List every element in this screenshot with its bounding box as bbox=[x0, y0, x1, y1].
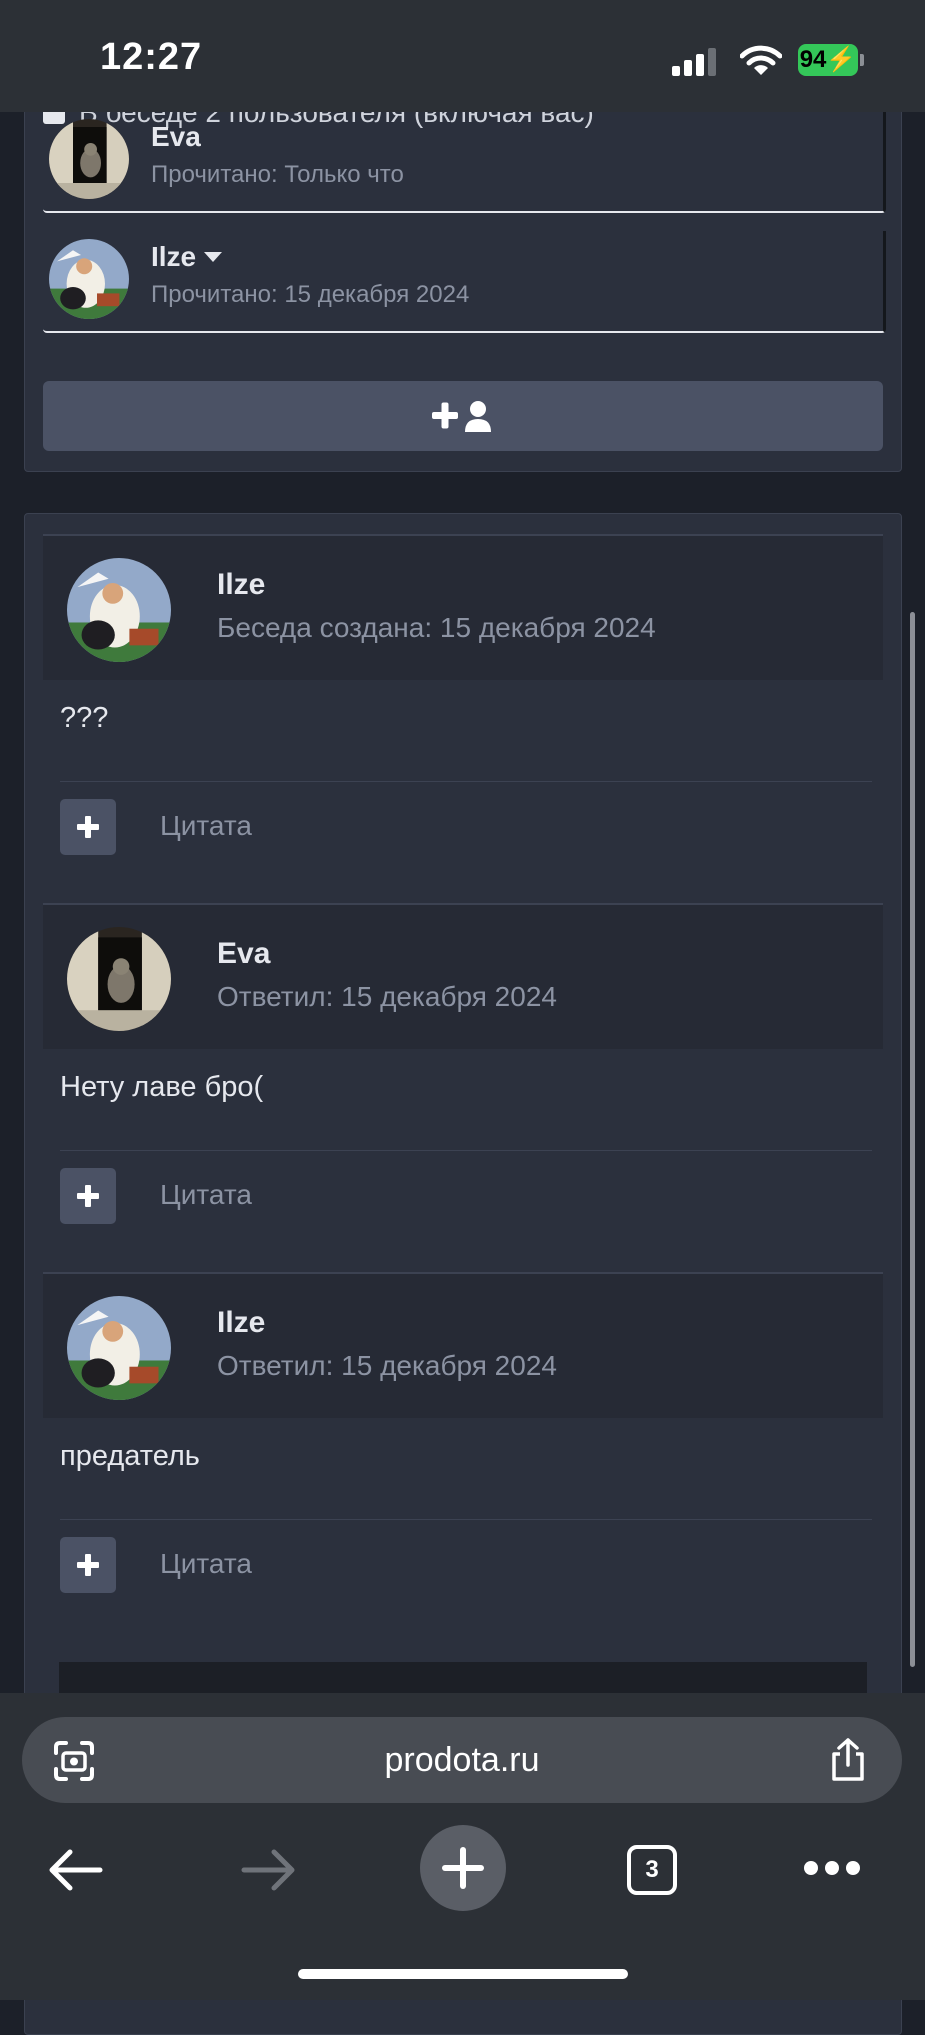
avatar[interactable] bbox=[67, 558, 171, 662]
divider bbox=[60, 781, 872, 782]
battery-level: 94 bbox=[799, 46, 827, 73]
avatar[interactable] bbox=[67, 927, 171, 1031]
participant-read-status: Прочитано: Только что bbox=[151, 161, 404, 188]
plus-icon bbox=[77, 1185, 99, 1207]
plus-button[interactable] bbox=[60, 799, 116, 855]
message-author[interactable]: Ilze bbox=[217, 1306, 265, 1340]
forward-arrow-icon[interactable] bbox=[240, 1847, 296, 1893]
battery-icon: 94⚡ bbox=[798, 44, 858, 76]
caret-down-icon[interactable] bbox=[204, 252, 223, 262]
message-date: Ответил: 15 декабря 2024 bbox=[217, 981, 557, 1012]
wifi-icon bbox=[740, 45, 782, 75]
message-header: Eva Ответил: 15 декабря 2024 bbox=[43, 903, 883, 1049]
participants-panel: В беседе 2 пользователя (включая вас) Ev… bbox=[24, 80, 902, 472]
quote-link[interactable]: Цитата bbox=[160, 1548, 252, 1580]
add-user-icon bbox=[432, 401, 491, 432]
add-participant-button[interactable] bbox=[43, 381, 883, 451]
message-header: Ilze Ответил: 15 декабря 2024 bbox=[43, 1272, 883, 1418]
charging-bolt-icon: ⚡ bbox=[826, 46, 857, 73]
home-indicator bbox=[298, 1969, 628, 1979]
status-time: 12:27 bbox=[100, 36, 203, 78]
plus-icon bbox=[77, 816, 99, 838]
quote-link[interactable]: Цитата bbox=[160, 810, 252, 842]
new-tab-button[interactable] bbox=[420, 1825, 506, 1911]
message-author[interactable]: Ilze bbox=[217, 568, 265, 602]
address-bar[interactable]: prodota.ru bbox=[22, 1717, 902, 1803]
tabs-button[interactable]: 3 bbox=[627, 1845, 677, 1895]
plus-button[interactable] bbox=[60, 1168, 116, 1224]
plus-button[interactable] bbox=[60, 1537, 116, 1593]
message-header: Ilze Беседа создана: 15 декабря 2024 bbox=[43, 534, 883, 680]
message-text: предатель bbox=[60, 1440, 200, 1472]
participant-read-status: Прочитано: 15 декабря 2024 bbox=[151, 281, 470, 308]
participant-ilze[interactable]: Ilze Прочитано: 15 декабря 2024 bbox=[43, 231, 886, 333]
scrollbar[interactable] bbox=[910, 612, 915, 1667]
participant-name-text[interactable]: Ilze bbox=[151, 241, 196, 272]
share-icon[interactable] bbox=[826, 1737, 870, 1783]
divider bbox=[60, 1150, 872, 1151]
cellular-signal-icon bbox=[672, 48, 716, 76]
back-arrow-icon[interactable] bbox=[48, 1847, 104, 1893]
avatar[interactable] bbox=[49, 239, 129, 319]
more-options-icon[interactable] bbox=[804, 1861, 860, 1877]
battery-tip bbox=[860, 54, 864, 66]
message-date: Беседа создана: 15 декабря 2024 bbox=[217, 612, 656, 643]
message-text: ??? bbox=[60, 702, 109, 734]
status-bar: 12:27 94⚡ bbox=[0, 0, 925, 112]
divider bbox=[60, 1519, 872, 1520]
message-text: Нету лаве бро( bbox=[60, 1071, 264, 1103]
avatar[interactable] bbox=[67, 1296, 171, 1400]
plus-icon bbox=[77, 1554, 99, 1576]
message-date: Ответил: 15 декабря 2024 bbox=[217, 1350, 557, 1381]
url-text[interactable]: prodota.ru bbox=[22, 1717, 902, 1803]
plus-icon bbox=[442, 1847, 484, 1889]
avatar[interactable] bbox=[49, 119, 129, 199]
quote-link[interactable]: Цитата bbox=[160, 1179, 252, 1211]
participant-eva[interactable]: Eva Прочитано: Только что bbox=[43, 111, 886, 213]
participant-name[interactable]: Ilze bbox=[151, 241, 223, 273]
participant-name[interactable]: Eva bbox=[151, 121, 201, 153]
message-author[interactable]: Eva bbox=[217, 937, 270, 971]
browser-toolbar: prodota.ru 3 bbox=[0, 1693, 925, 2000]
